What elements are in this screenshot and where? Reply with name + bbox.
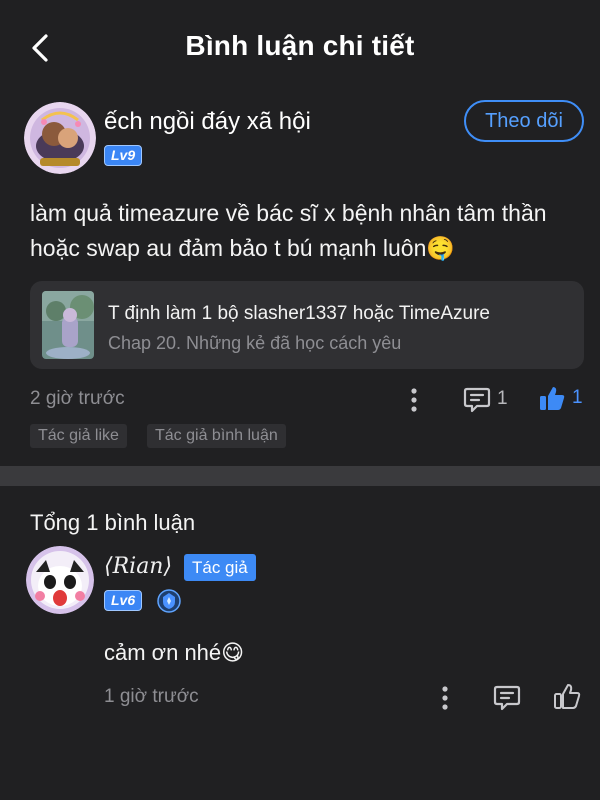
story-card[interactable]: T định làm 1 bộ slasher1337 hoặc TimeAzu… [30,281,584,369]
timestamp: 2 giờ trước [30,388,125,409]
section-divider [0,466,600,486]
reply-button[interactable]: 1 [463,385,508,413]
comment-text: làm quả timeazure về bác sĩ x bệnh nhân … [30,200,547,261]
story-thumbnail [42,291,94,359]
like-button[interactable]: 1 [538,384,583,412]
comment-count: 1 [497,388,508,409]
avatar[interactable] [24,102,96,174]
level-badge: Lv9 [104,145,143,166]
top-bar: Bình luận chi tiết [0,0,600,88]
wing-left-icon: ⟨ [104,554,113,579]
tag-author-liked: Tác giả like [30,424,127,448]
tag-author-commented: Tác giả bình luận [147,424,286,448]
back-arrow-icon [32,34,48,62]
reply-meta: 1 giờ trước [0,682,600,714]
like-count: 1 [572,387,583,408]
reply-more-button[interactable] [437,684,453,712]
story-chapter: Chap 20. Những kẻ đã học cách yêu [108,333,402,353]
reply-username-text: Rian [112,554,164,579]
reply-timestamp: 1 giờ trước [104,686,199,707]
more-vertical-icon [411,388,417,412]
page-title: Bình luận chi tiết [185,30,415,61]
vip-shield-icon [157,589,181,613]
author-badge: Tác giả [184,554,256,581]
reply-text: cảm ơn nhé😋 [104,640,245,665]
comment-meta: 2 giờ trước 1 1 [0,384,600,416]
story-title: T định làm 1 bộ slasher1337 hoặc TimeAzu… [108,303,490,324]
reply-avatar[interactable] [26,546,94,614]
reply-comment-button[interactable] [493,683,521,711]
reply-username[interactable]: ⟨Rian⟩ [104,554,172,579]
follow-button[interactable]: Theo dõi [464,100,584,142]
reply-level-badge: Lv6 [104,590,143,611]
back-button[interactable] [22,30,58,66]
thumbs-up-icon [554,684,581,709]
comment-icon [463,387,491,413]
wing-right-icon: ⟩ [163,554,173,579]
replies-total: Tổng 1 bình luận [30,510,196,535]
username[interactable]: ếch ngồi đáy xã hội [104,108,311,136]
reply-like-button[interactable] [553,682,581,710]
more-button[interactable] [406,386,422,414]
comment-icon [493,685,521,711]
more-vertical-icon [442,686,448,710]
thumbs-up-icon [540,387,565,410]
